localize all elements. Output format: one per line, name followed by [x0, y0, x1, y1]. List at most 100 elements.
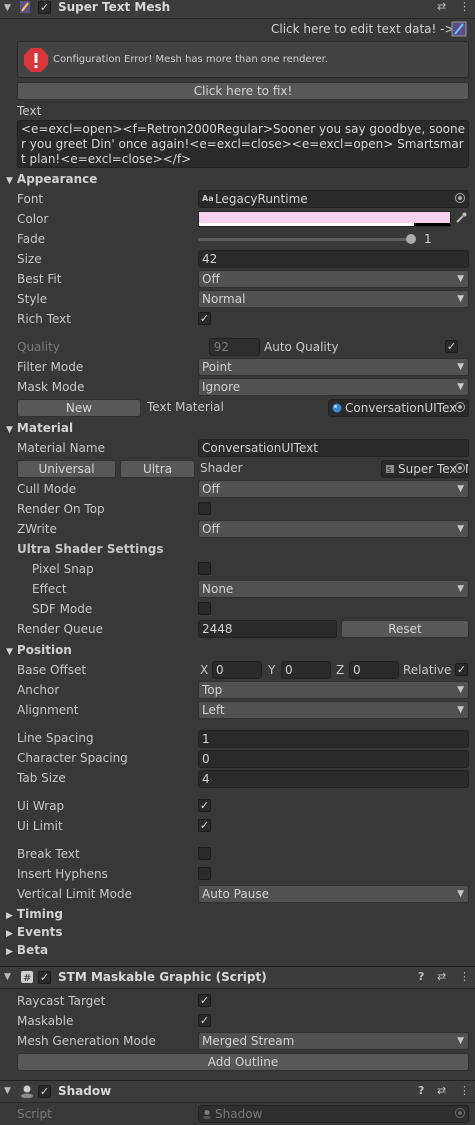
context-menu-icon[interactable]: ⋮ [459, 970, 470, 983]
material-name-field[interactable]: ConversationUIText [198, 439, 469, 457]
context-menu-icon[interactable]: ⋮ [459, 0, 470, 13]
break-text-checkbox[interactable] [198, 847, 211, 860]
text-data-icon[interactable] [451, 21, 467, 37]
render-on-top-checkbox[interactable] [198, 502, 211, 515]
filter-mode-dropdown[interactable]: Point ▼ [198, 358, 469, 376]
material-foldout[interactable]: ▼ Material [6, 421, 73, 435]
help-icon[interactable]: ? [418, 970, 424, 983]
ui-wrap-checkbox[interactable]: ✓ [198, 799, 211, 812]
best-fit-dropdown[interactable]: Off ▼ [198, 270, 469, 288]
shadow-header[interactable]: ▼ ✓ Shadow ? ⇄ ⋮ [0, 1080, 475, 1103]
filter-mode-value: Point [202, 360, 232, 374]
offset-x-field[interactable]: 0 [212, 661, 262, 679]
offset-z-field[interactable]: 0 [349, 661, 399, 679]
anchor-dropdown[interactable]: Top ▼ [198, 681, 469, 699]
presets-icon[interactable]: ⇄ [437, 1084, 446, 1097]
error-icon [24, 48, 48, 72]
dropdown-arrow-icon: ▼ [457, 705, 464, 715]
size-field[interactable]: 42 [198, 250, 469, 268]
reset-button[interactable]: Reset [341, 620, 469, 638]
style-label: Style [17, 292, 48, 306]
tab-size-field[interactable]: 4 [198, 770, 469, 788]
component-enabled-checkbox[interactable]: ✓ [38, 971, 51, 984]
collapse-arrow-icon[interactable]: ▼ [4, 1086, 11, 1096]
maskable-graphic-header[interactable]: ▼ # ✓ STM Maskable Graphic (Script) ? ⇄ … [0, 966, 475, 989]
fix-button[interactable]: Click here to fix! [17, 82, 469, 100]
cull-mode-dropdown[interactable]: Off ▼ [198, 480, 469, 498]
render-on-top-label: Render On Top [17, 502, 105, 516]
position-foldout[interactable]: ▼ Position [6, 643, 72, 657]
fade-slider-track[interactable] [198, 238, 412, 241]
object-picker-icon[interactable] [455, 463, 465, 473]
line-spacing-field[interactable]: 1 [198, 730, 469, 748]
component-enabled-checkbox[interactable]: ✓ [38, 1, 51, 14]
eyedropper-icon[interactable] [455, 212, 467, 224]
text-material-field[interactable]: ConversationUIText [328, 399, 469, 417]
fade-slider-thumb[interactable] [406, 234, 416, 244]
super-text-mesh-header[interactable]: ▼ ✓ Super Text Mesh ⇄ ⋮ [0, 0, 475, 19]
dropdown-arrow-icon: ▼ [457, 685, 464, 695]
pixel-snap-checkbox[interactable] [198, 562, 211, 575]
style-dropdown[interactable]: Normal ▼ [198, 290, 469, 308]
vertical-limit-mode-dropdown[interactable]: Auto Pause ▼ [198, 885, 469, 903]
dropdown-arrow-icon: ▼ [457, 584, 464, 594]
dropdown-arrow-icon: ▼ [457, 382, 464, 392]
context-menu-icon[interactable]: ⋮ [459, 1084, 470, 1097]
universal-button[interactable]: Universal [17, 460, 116, 478]
shader-field[interactable]: S Super Text Mesh [381, 460, 469, 478]
mesh-generation-mode-dropdown[interactable]: Merged Stream ▼ [198, 1032, 469, 1050]
presets-icon[interactable]: ⇄ [437, 0, 446, 13]
alignment-dropdown[interactable]: Left ▼ [198, 701, 469, 719]
text-area[interactable]: <e=excl=open><f=Retron2000Regular>Sooner… [17, 120, 469, 168]
edit-text-data-link[interactable]: Click here to edit text data! -> [271, 22, 455, 36]
timing-foldout[interactable]: ▶ Timing [6, 907, 63, 921]
color-swatch[interactable] [198, 211, 451, 227]
presets-icon[interactable]: ⇄ [437, 970, 446, 983]
help-icon[interactable]: ? [418, 1084, 424, 1097]
anchor-value: Top [202, 683, 223, 697]
collapse-arrow-icon[interactable]: ▼ [4, 972, 11, 982]
alignment-label: Alignment [17, 703, 79, 717]
svg-text:S: S [387, 466, 392, 474]
mesh-generation-mode-value: Merged Stream [202, 1034, 295, 1048]
ui-limit-checkbox[interactable]: ✓ [198, 819, 211, 832]
character-spacing-field[interactable]: 0 [198, 750, 469, 768]
insert-hyphens-checkbox[interactable] [198, 867, 211, 880]
material-name-label: Material Name [17, 441, 105, 455]
dropdown-arrow-icon: ▼ [457, 362, 464, 372]
effect-dropdown[interactable]: None ▼ [198, 580, 469, 598]
beta-foldout[interactable]: ▶ Beta [6, 943, 48, 957]
object-picker-icon[interactable] [455, 402, 465, 412]
font-field[interactable]: Aa LegacyRuntime [198, 190, 469, 208]
events-foldout[interactable]: ▶ Events [6, 925, 63, 939]
shader-label: Shader [200, 461, 243, 475]
insert-hyphens-label: Insert Hyphens [17, 867, 108, 881]
collapse-arrow-icon[interactable]: ▼ [4, 3, 11, 13]
sdf-mode-checkbox[interactable] [198, 602, 211, 615]
foldout-arrow-icon: ▶ [6, 947, 13, 957]
add-outline-button[interactable]: Add Outline [17, 1053, 469, 1071]
relative-checkbox[interactable]: ✓ [455, 663, 468, 676]
ultra-button[interactable]: Ultra [120, 460, 195, 478]
new-material-button[interactable]: New [17, 399, 141, 417]
object-picker-icon[interactable] [455, 193, 465, 203]
mask-mode-dropdown[interactable]: Ignore ▼ [198, 378, 469, 396]
offset-y-field[interactable]: 0 [281, 661, 331, 679]
foldout-arrow-icon: ▶ [6, 929, 13, 939]
auto-quality-label: Auto Quality [264, 340, 339, 354]
effect-value: None [202, 582, 234, 596]
timing-header: Timing [16, 907, 63, 921]
fade-value-field[interactable]: 1 [420, 230, 469, 248]
raycast-target-checkbox[interactable]: ✓ [198, 994, 211, 1007]
appearance-foldout[interactable]: ▼ Appearance [6, 172, 97, 186]
zwrite-dropdown[interactable]: Off ▼ [198, 520, 469, 538]
script-asset-icon [203, 1110, 211, 1119]
render-queue-field[interactable]: 2448 [198, 620, 337, 638]
relative-label: Relative [403, 663, 452, 677]
component-enabled-checkbox[interactable]: ✓ [38, 1085, 51, 1098]
auto-quality-checkbox[interactable]: ✓ [445, 340, 458, 353]
maskable-checkbox[interactable]: ✓ [198, 1014, 211, 1027]
rich-text-checkbox[interactable]: ✓ [198, 312, 211, 325]
foldout-arrow-icon: ▼ [6, 647, 13, 657]
text-material-value: ConversationUIText [345, 401, 461, 415]
